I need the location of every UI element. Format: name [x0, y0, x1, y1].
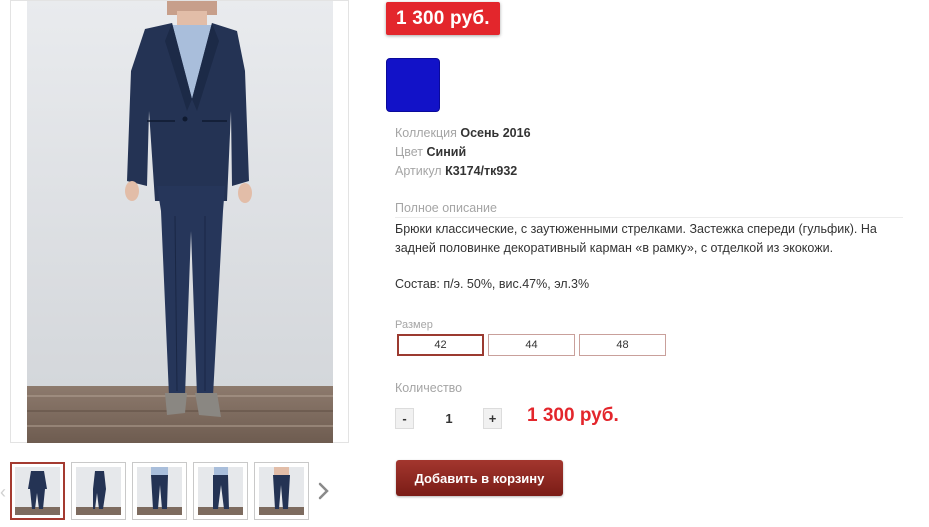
description-title: Полное описание: [395, 201, 497, 215]
spec-value: Синий: [426, 145, 467, 159]
size-title: Размер: [395, 319, 433, 331]
color-swatch-blue[interactable]: [386, 58, 440, 112]
spec-label: Цвет: [395, 145, 424, 159]
quantity-input[interactable]: 1: [420, 408, 478, 429]
thumbnail-5[interactable]: [254, 462, 309, 520]
add-to-cart-button[interactable]: Добавить в корзину: [396, 460, 563, 496]
quantity-decrease-button[interactable]: -: [395, 408, 414, 429]
chevron-right-icon[interactable]: [316, 480, 332, 502]
quantity-title: Количество: [395, 381, 463, 395]
spec-article: Артикул К3174/тк932: [395, 162, 531, 181]
product-photo-illustration: [27, 1, 333, 443]
thumbnail-2[interactable]: [71, 462, 126, 520]
description-text: Брюки классические, с заутюженными стрел…: [395, 222, 877, 255]
spec-label: Артикул: [395, 164, 442, 178]
composition-text: Состав: п/э. 50%, вис.47%, эл.3%: [395, 277, 590, 291]
spec-collection: Коллекция Осень 2016: [395, 124, 531, 143]
thumbnail-3[interactable]: [132, 462, 187, 520]
chevron-left-icon[interactable]: ‹: [0, 483, 8, 501]
thumbnail-1[interactable]: [10, 462, 65, 520]
main-product-image[interactable]: [10, 0, 349, 443]
thumbnail-strip: [10, 462, 309, 522]
spec-value: К3174/тк932: [445, 164, 518, 178]
product-specs: Коллекция Осень 2016 Цвет Синий Артикул …: [395, 124, 531, 181]
divider: [395, 217, 903, 218]
size-option-44[interactable]: 44: [488, 334, 575, 356]
thumbnail-trousers-front-image: [137, 467, 182, 515]
price-badge: 1 300 руб.: [386, 2, 500, 35]
thumbnail-4[interactable]: [193, 462, 248, 520]
thumbnail-suit-front-image: [15, 467, 60, 515]
spec-label: Коллекция: [395, 126, 457, 140]
thumbnail-trousers-back-image: [259, 467, 304, 515]
size-options: 42 44 48: [397, 334, 666, 356]
product-page: ‹ 1 300 руб. Коллекция Осень 2016 Цвет С…: [0, 0, 929, 527]
size-option-42[interactable]: 42: [397, 334, 484, 356]
total-price: 1 300 руб.: [527, 405, 619, 426]
quantity-increase-button[interactable]: +: [483, 408, 502, 429]
size-option-48[interactable]: 48: [579, 334, 666, 356]
spec-color: Цвет Синий: [395, 143, 531, 162]
thumbnail-trousers-side-image: [198, 467, 243, 515]
thumbnail-suit-side-image: [76, 467, 121, 515]
spec-value: Осень 2016: [460, 126, 531, 140]
